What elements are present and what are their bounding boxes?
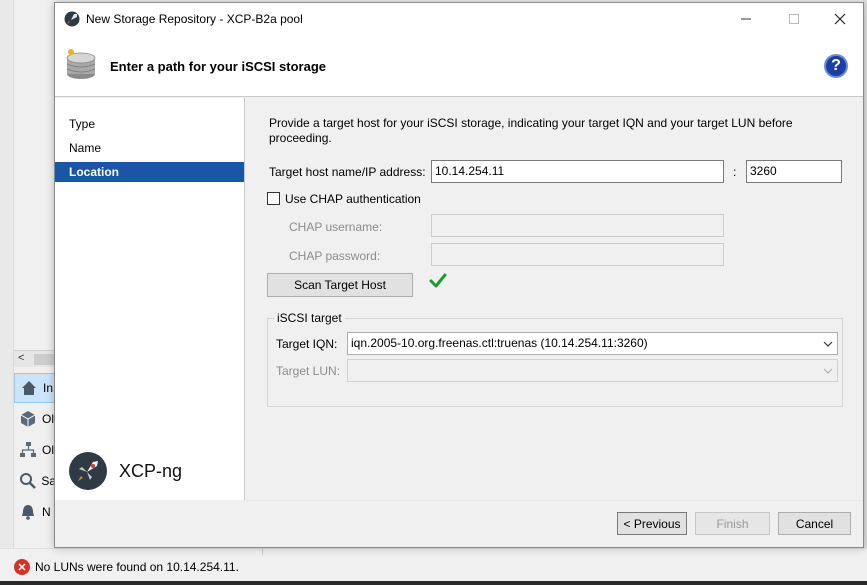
target-lun-label: Target LUN: xyxy=(276,364,341,378)
chevron-down-icon xyxy=(823,360,833,381)
chevron-down-icon xyxy=(823,333,833,354)
bg-nav-notifications[interactable]: N xyxy=(14,497,56,527)
chap-label[interactable]: Use CHAP authentication xyxy=(285,192,421,206)
target-host-label: Target host name/IP address: xyxy=(269,165,426,179)
target-lun-select[interactable] xyxy=(347,359,838,382)
bg-nav-organization[interactable]: Ol xyxy=(14,435,56,465)
xcp-ng-logo-icon xyxy=(69,452,107,490)
target-iqn-value: iqn.2005-10.org.freenas.ctl:truenas (10.… xyxy=(351,336,648,350)
port-separator: : xyxy=(733,165,737,179)
step-type[interactable]: Type xyxy=(55,114,244,134)
error-icon: ✕ xyxy=(14,559,30,575)
brand-text: XCP-ng xyxy=(119,460,183,481)
chap-checkbox[interactable] xyxy=(267,192,280,205)
status-bar: ✕ No LUNs were found on 10.14.254.11. xyxy=(14,559,239,575)
background-left-panel xyxy=(0,0,14,548)
dialog-header: Enter a path for your iSCSI storage ? xyxy=(55,34,863,97)
chap-password-input[interactable] xyxy=(431,243,724,266)
new-storage-repository-dialog: New Storage Repository - XCP-B2a pool En… xyxy=(54,2,864,548)
bg-nav-infrastructure[interactable]: In xyxy=(14,373,56,403)
bg-nav-label: In xyxy=(43,381,54,395)
close-icon xyxy=(834,13,846,24)
intro-text: Provide a target host for your iSCSI sto… xyxy=(269,116,793,145)
bg-nav-label: Ol xyxy=(42,443,54,457)
home-icon xyxy=(19,378,39,398)
footer-separator xyxy=(246,500,863,501)
cancel-button[interactable]: Cancel xyxy=(778,512,851,535)
scroll-thumb[interactable] xyxy=(34,354,56,365)
xcp-ng-app-icon xyxy=(64,11,80,27)
tree-icon xyxy=(18,440,38,460)
wizard-steps-panel: Type Name Location XCP-ng xyxy=(55,98,245,500)
target-host-input[interactable]: 10.14.254.11 xyxy=(431,160,724,183)
finish-button[interactable]: Finish xyxy=(695,512,770,535)
help-button[interactable]: ? xyxy=(824,54,848,78)
box-icon xyxy=(18,409,38,429)
chap-password-label: CHAP password: xyxy=(289,249,381,263)
chap-username-label: CHAP username: xyxy=(289,220,383,234)
iscsi-target-group: iSCSI target Target IQN: iqn.2005-10.org… xyxy=(267,311,843,407)
background-horizontal-scrollbar[interactable]: < xyxy=(14,350,56,367)
maximize-icon xyxy=(789,13,799,24)
minimize-icon xyxy=(741,18,751,19)
status-message: No LUNs were found on 10.14.254.11. xyxy=(35,560,239,574)
close-button[interactable] xyxy=(817,3,863,34)
brand: XCP-ng xyxy=(69,452,182,490)
check-icon xyxy=(429,272,447,295)
minimize-button[interactable] xyxy=(723,3,769,34)
port-input[interactable]: 3260 xyxy=(746,160,842,183)
scroll-left-arrow[interactable]: < xyxy=(18,352,24,364)
step-location[interactable]: Location xyxy=(55,162,244,182)
bell-icon xyxy=(18,502,38,522)
previous-button[interactable]: < Previous xyxy=(617,512,687,535)
dialog-title: New Storage Repository - XCP-B2a pool xyxy=(86,11,303,26)
dialog-titlebar[interactable]: New Storage Repository - XCP-B2a pool xyxy=(55,3,863,34)
iscsi-target-group-title: iSCSI target xyxy=(274,311,345,325)
step-name[interactable]: Name xyxy=(55,138,244,158)
bg-nav-objects[interactable]: Ol xyxy=(14,404,56,434)
bg-nav-label: Ol xyxy=(42,412,54,426)
taskbar xyxy=(0,581,867,585)
chap-username-input[interactable] xyxy=(431,214,724,237)
search-icon xyxy=(18,471,37,491)
target-iqn-label: Target IQN: xyxy=(276,337,338,351)
page-heading: Enter a path for your iSCSI storage xyxy=(110,59,326,74)
target-iqn-select[interactable]: iqn.2005-10.org.freenas.ctl:truenas (10.… xyxy=(347,332,838,355)
bg-nav-label: N xyxy=(42,505,51,519)
location-page: Provide a target host for your iSCSI sto… xyxy=(246,98,863,500)
bg-nav-saved-searches[interactable]: Sa xyxy=(14,466,56,496)
scan-target-host-button[interactable]: Scan Target Host xyxy=(267,273,413,297)
storage-disk-icon xyxy=(64,48,98,82)
maximize-button[interactable] xyxy=(771,3,817,34)
